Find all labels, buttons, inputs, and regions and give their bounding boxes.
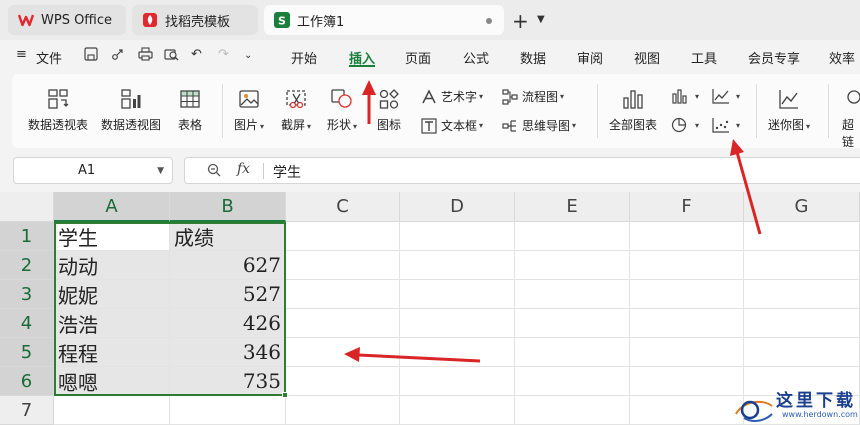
annotation-arrow-scatter-chart xyxy=(730,139,762,235)
annotation-arrow-data-range xyxy=(344,347,481,363)
watermark-url: www.herdown.com xyxy=(782,410,858,419)
watermark-text: 这里下载 xyxy=(776,391,856,411)
annotation-arrow-insert-tab xyxy=(362,80,376,124)
annotation-arrows xyxy=(344,80,762,363)
